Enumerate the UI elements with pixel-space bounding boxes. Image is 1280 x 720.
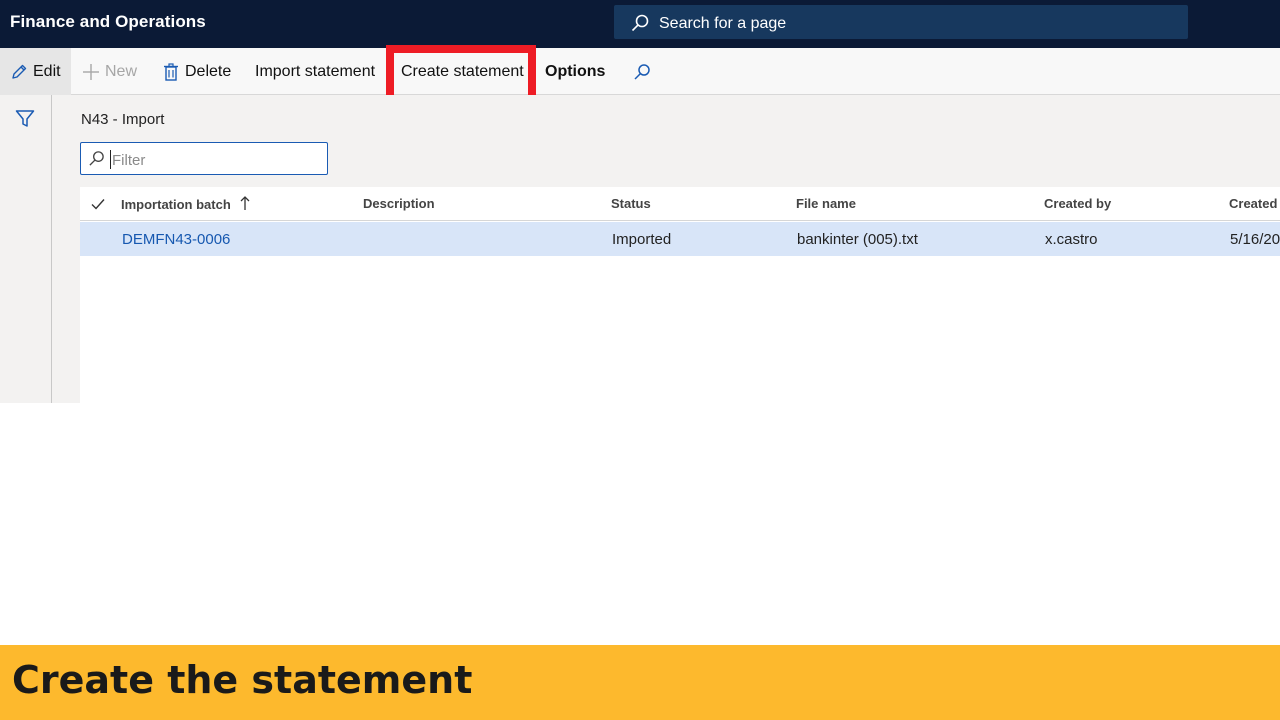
table-row[interactable]: DEMFN43-0006 Imported bankinter (005).tx… [80, 222, 1280, 256]
created-cell: 5/16/20 [1230, 231, 1280, 248]
search-placeholder: Search for a page [659, 15, 787, 32]
column-header-file-name[interactable]: File name [796, 196, 856, 211]
search-icon [631, 14, 649, 32]
page-title: N43 - Import [81, 111, 165, 128]
find-button[interactable] [633, 48, 656, 95]
caption-banner: Create the statement [0, 645, 1280, 720]
column-header-created[interactable]: Created [1229, 196, 1277, 211]
new-label: New [105, 62, 138, 80]
edit-button[interactable]: Edit [0, 48, 71, 95]
arrow-up-icon [240, 196, 250, 210]
column-header-importation-batch[interactable]: Importation batch [121, 196, 250, 212]
import-statement-button[interactable]: Import statement [255, 48, 375, 95]
filter-input[interactable]: Filter [80, 142, 328, 175]
column-header-label: Importation batch [121, 197, 231, 212]
delete-label: Delete [185, 62, 232, 80]
text-cursor [110, 150, 111, 169]
delete-button[interactable]: Delete [162, 48, 231, 95]
column-header-status[interactable]: Status [611, 196, 651, 211]
trash-icon [164, 62, 178, 81]
pencil-icon [12, 64, 27, 79]
app-title[interactable]: Finance and Operations [10, 12, 206, 32]
column-header-created-by[interactable]: Created by [1044, 196, 1111, 211]
file-name-cell: bankinter (005).txt [797, 231, 918, 248]
grid-header: Importation batch Description Status Fil… [80, 187, 1280, 221]
batch-link[interactable]: DEMFN43-0006 [122, 231, 230, 248]
top-navigation-bar: Finance and Operations Search for a page [0, 0, 1280, 48]
import-batch-grid: Importation batch Description Status Fil… [80, 187, 1280, 403]
new-button[interactable]: New [82, 48, 137, 95]
caption-text: Create the statement [12, 658, 473, 702]
created-by-cell: x.castro [1045, 231, 1098, 248]
edit-label: Edit [33, 62, 61, 80]
action-pane: Edit New Delete Import statement Create … [0, 48, 1280, 95]
filter-pane-rail [0, 95, 52, 403]
status-cell: Imported [612, 231, 672, 248]
search-icon [89, 151, 104, 166]
column-header-description[interactable]: Description [363, 196, 435, 211]
checkmark-icon[interactable] [90, 196, 106, 212]
search-box[interactable]: Search for a page [614, 5, 1188, 39]
filter-placeholder: Filter [112, 152, 146, 169]
search-icon [634, 63, 650, 80]
funnel-icon[interactable] [15, 109, 35, 129]
plus-icon [83, 63, 99, 80]
options-tab[interactable]: Options [545, 48, 605, 95]
